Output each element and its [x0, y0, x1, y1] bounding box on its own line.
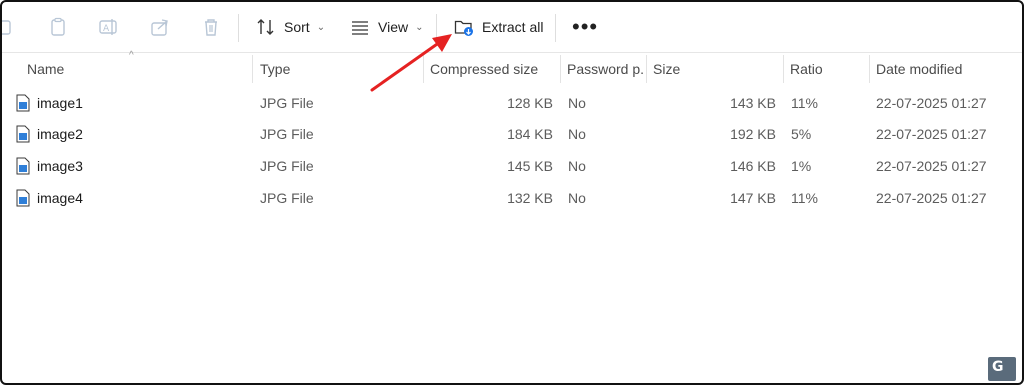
- copy-button[interactable]: [2, 12, 22, 42]
- column-size[interactable]: Size: [653, 55, 781, 83]
- file-ratio: 11%: [791, 95, 818, 111]
- column-date-modified[interactable]: Date modified: [876, 55, 1016, 83]
- svg-text:A: A: [103, 24, 110, 34]
- image-file-icon: [16, 189, 30, 207]
- file-explorer-window: A Sort ⌄ View ⌄ Extract all ••• ^ Name T…: [0, 0, 1024, 385]
- file-type: JPG File: [260, 158, 314, 174]
- file-row[interactable]: image2 JPG File 184 KB No 192 KB 5% 22-0…: [2, 119, 1022, 149]
- delete-button[interactable]: [201, 12, 221, 42]
- paste-icon: [51, 17, 65, 36]
- share-icon: [151, 19, 168, 36]
- watermark-letter: G: [992, 359, 1004, 375]
- command-bar: A Sort ⌄ View ⌄ Extract all •••: [2, 2, 1022, 53]
- column-name[interactable]: Name: [27, 55, 247, 83]
- file-date: 22-07-2025 01:27: [876, 95, 987, 111]
- file-size: 147 KB: [730, 190, 776, 206]
- file-compressed-size: 145 KB: [507, 158, 553, 174]
- file-password: No: [568, 95, 586, 111]
- image-file-icon: [16, 125, 30, 143]
- file-row[interactable]: image3 JPG File 145 KB No 146 KB 1% 22-0…: [2, 151, 1022, 181]
- sort-button[interactable]: Sort ⌄: [256, 12, 325, 42]
- file-name: image2: [37, 126, 83, 142]
- chevron-down-icon: ⌄: [316, 21, 326, 33]
- watermark-logo: G: [988, 357, 1016, 381]
- column-divider[interactable]: [646, 55, 647, 83]
- column-password[interactable]: Password p...: [567, 55, 645, 83]
- more-dots-icon: •••: [572, 14, 599, 39]
- toolbar-divider: [555, 14, 556, 42]
- column-header: ^ Name Type Compressed size Password p..…: [2, 50, 1022, 83]
- file-date: 22-07-2025 01:27: [876, 190, 987, 206]
- paste-button[interactable]: [48, 12, 68, 42]
- file-password: No: [568, 126, 586, 142]
- sort-label: Sort: [284, 19, 310, 35]
- annotation-arrow: [370, 34, 452, 92]
- column-divider[interactable]: [869, 55, 870, 83]
- file-size: 146 KB: [730, 158, 776, 174]
- column-divider[interactable]: [783, 55, 784, 83]
- file-type: JPG File: [260, 190, 314, 206]
- file-type: JPG File: [260, 126, 314, 142]
- image-file-icon: [16, 157, 30, 175]
- file-password: No: [568, 158, 586, 174]
- file-compressed-size: 132 KB: [507, 190, 553, 206]
- file-password: No: [568, 190, 586, 206]
- image-file-icon: [16, 94, 30, 112]
- file-row[interactable]: image1 JPG File 128 KB No 143 KB 11% 22-…: [2, 88, 1022, 118]
- file-type: JPG File: [260, 95, 314, 111]
- copy-icon: [2, 20, 11, 35]
- column-divider[interactable]: [560, 55, 561, 83]
- file-name: image3: [37, 158, 83, 174]
- file-compressed-size: 184 KB: [507, 126, 553, 142]
- column-ratio[interactable]: Ratio: [790, 55, 868, 83]
- file-date: 22-07-2025 01:27: [876, 126, 987, 142]
- file-ratio: 11%: [791, 190, 818, 206]
- file-name: image4: [37, 190, 83, 206]
- trash-icon: [205, 19, 217, 36]
- toolbar-divider: [238, 14, 239, 42]
- file-size: 192 KB: [730, 126, 776, 142]
- extract-all-label: Extract all: [482, 19, 544, 35]
- file-name: image1: [37, 95, 83, 111]
- file-row[interactable]: image4 JPG File 132 KB No 147 KB 11% 22-…: [2, 183, 1022, 213]
- file-ratio: 1%: [791, 158, 812, 174]
- column-divider[interactable]: [252, 55, 253, 83]
- share-button[interactable]: [150, 12, 170, 42]
- file-date: 22-07-2025 01:27: [876, 158, 987, 174]
- file-size: 143 KB: [730, 95, 776, 111]
- extract-all-button[interactable]: Extract all: [454, 12, 543, 42]
- rename-button[interactable]: A: [98, 12, 118, 42]
- rename-icon: A: [99, 19, 117, 35]
- sort-icon: [257, 19, 274, 35]
- file-ratio: 5%: [791, 126, 812, 142]
- more-options-button[interactable]: •••: [572, 12, 598, 42]
